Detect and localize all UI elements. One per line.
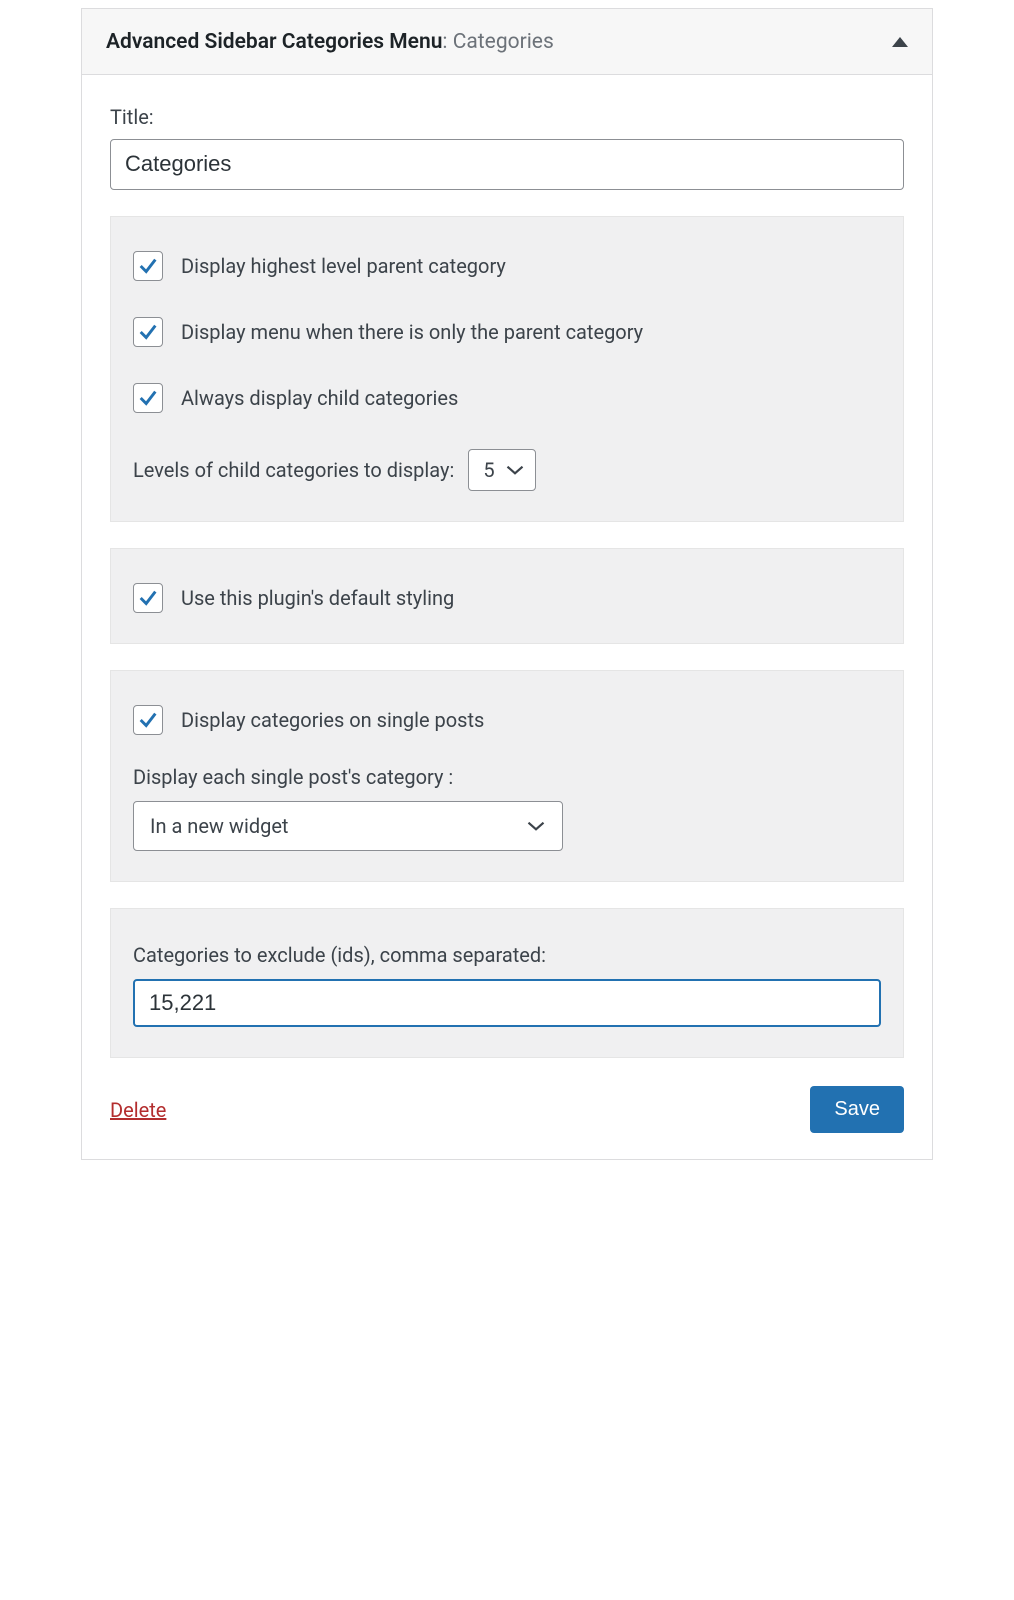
widget-title-sub: : Categories [442, 30, 553, 54]
check-icon [137, 321, 159, 343]
widget-header[interactable]: Advanced Sidebar Categories Menu: Catego… [82, 9, 932, 75]
check-icon [137, 709, 159, 731]
delete-link[interactable]: Delete [110, 1098, 166, 1122]
widget-title: Advanced Sidebar Categories Menu: Catego… [106, 29, 554, 54]
levels-label: Levels of child categories to display: [133, 458, 454, 482]
label-always-child[interactable]: Always display child categories [181, 386, 458, 410]
check-icon [137, 255, 159, 277]
label-highest-parent[interactable]: Display highest level parent category [181, 254, 506, 278]
option-always-child: Always display child categories [133, 383, 881, 413]
widget-footer: Delete Save [110, 1086, 904, 1139]
styling-section: Use this plugin's default styling [110, 548, 904, 644]
widget-container: Advanced Sidebar Categories Menu: Catego… [81, 8, 933, 1160]
checkbox-default-styling[interactable] [133, 583, 163, 613]
exclude-label: Categories to exclude (ids), comma separ… [133, 943, 881, 967]
checkbox-always-child[interactable] [133, 383, 163, 413]
label-default-styling[interactable]: Use this plugin's default styling [181, 586, 454, 610]
levels-select[interactable]: 5 [468, 449, 535, 491]
exclude-section: Categories to exclude (ids), comma separ… [110, 908, 904, 1059]
collapse-caret-icon[interactable] [892, 37, 908, 47]
display-each-value: In a new widget [150, 814, 288, 838]
label-only-parent[interactable]: Display menu when there is only the pare… [181, 320, 643, 344]
title-input[interactable] [110, 139, 904, 190]
label-single-posts[interactable]: Display categories on single posts [181, 708, 484, 732]
display-options-section: Display highest level parent category Di… [110, 216, 904, 522]
checkbox-highest-parent[interactable] [133, 251, 163, 281]
exclude-input[interactable] [133, 979, 881, 1028]
check-icon [137, 387, 159, 409]
levels-row: Levels of child categories to display: 5 [133, 449, 881, 491]
display-each-label: Display each single post's category : [133, 765, 881, 789]
single-posts-section: Display categories on single posts Displ… [110, 670, 904, 882]
option-default-styling: Use this plugin's default styling [133, 583, 881, 613]
chevron-down-icon [526, 819, 546, 833]
widget-title-strong: Advanced Sidebar Categories Menu [106, 30, 442, 54]
checkbox-single-posts[interactable] [133, 705, 163, 735]
display-each-select[interactable]: In a new widget [133, 801, 563, 851]
checkbox-only-parent[interactable] [133, 317, 163, 347]
option-only-parent: Display menu when there is only the pare… [133, 317, 881, 347]
levels-value: 5 [483, 458, 494, 482]
check-icon [137, 587, 159, 609]
save-button[interactable]: Save [810, 1086, 904, 1133]
title-label: Title: [110, 105, 904, 129]
chevron-down-icon [505, 463, 525, 477]
widget-body: Title: Display highest level parent cate… [82, 75, 932, 1159]
option-single-posts: Display categories on single posts [133, 705, 881, 735]
option-highest-parent: Display highest level parent category [133, 251, 881, 281]
